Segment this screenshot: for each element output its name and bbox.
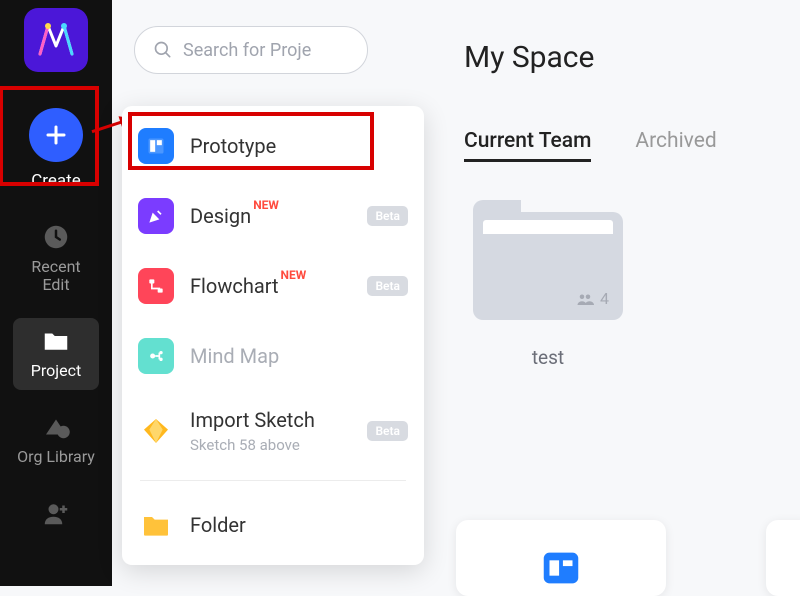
menu-item-label: Mind Map — [190, 344, 279, 368]
member-count-value: 4 — [600, 289, 609, 308]
menu-item-prototype[interactable]: Prototype — [136, 124, 410, 168]
new-badge: NEW — [281, 268, 307, 282]
rail-item-label: Org Library — [17, 448, 95, 466]
tab-archived[interactable]: Archived — [635, 129, 716, 162]
folder-icon — [41, 326, 71, 356]
space-tabs: Current Team Archived — [464, 129, 792, 162]
user-plus-icon — [41, 498, 71, 528]
menu-item-import-sketch[interactable]: Import Sketch Sketch 58 above Beta — [136, 404, 410, 458]
rail-members[interactable] — [13, 490, 99, 544]
rail-item-label: Project — [31, 362, 81, 380]
sketch-icon — [138, 413, 174, 449]
menu-item-flowchart[interactable]: FlowchartNEW Beta — [136, 264, 410, 308]
menu-item-label: Folder — [190, 513, 246, 537]
page-title: My Space — [464, 40, 792, 75]
rail-recent-edit[interactable]: Recent Edit — [13, 214, 99, 304]
create-plus-icon — [29, 108, 83, 162]
project-card-icon — [538, 545, 584, 591]
project-card-partial[interactable] — [456, 520, 666, 596]
new-badge: NEW — [253, 198, 279, 212]
create-label: Create — [31, 172, 81, 190]
team-member-count: 4 — [576, 289, 609, 308]
clock-icon — [41, 222, 71, 252]
rail-item-label: Recent Edit — [31, 258, 80, 294]
menu-item-design[interactable]: DesignNEW Beta — [136, 194, 410, 238]
mindmap-icon — [138, 338, 174, 374]
menu-item-label: Design — [190, 204, 251, 228]
beta-badge: Beta — [367, 421, 408, 441]
beta-badge: Beta — [367, 276, 408, 296]
menu-divider — [140, 480, 406, 481]
library-icon — [41, 412, 71, 442]
app-logo[interactable] — [24, 8, 88, 72]
menu-item-label: Prototype — [190, 134, 276, 158]
main-area: Search for Proje Prototype DesignNEW Bet… — [112, 0, 800, 586]
create-menu: Prototype DesignNEW Beta FlowchartNEW Be… — [122, 106, 424, 565]
rail-project[interactable]: Project — [13, 318, 99, 390]
tab-current-team[interactable]: Current Team — [464, 129, 591, 162]
prototype-icon — [138, 128, 174, 164]
menu-item-folder[interactable]: Folder — [136, 503, 410, 547]
people-icon — [576, 290, 594, 308]
menu-item-mindmap[interactable]: Mind Map — [136, 334, 410, 378]
search-icon — [153, 40, 173, 60]
beta-badge: Beta — [367, 206, 408, 226]
menu-item-subtext: Sketch 58 above — [190, 436, 315, 454]
search-input[interactable]: Search for Proje — [134, 26, 368, 74]
team-card[interactable]: 4 test — [464, 206, 632, 369]
folder-icon — [138, 507, 174, 543]
app-rail: Create Recent Edit Project Org Library — [0, 0, 112, 586]
logo-icon — [36, 20, 76, 60]
space-content: My Space Current Team Archived 4 test — [456, 24, 800, 586]
menu-item-label: Import Sketch — [190, 408, 315, 432]
project-card-partial-2[interactable] — [766, 520, 800, 596]
flowchart-icon — [138, 268, 174, 304]
team-grid: 4 test — [464, 206, 792, 369]
search-placeholder: Search for Proje — [183, 40, 311, 61]
menu-item-label: Flowchart — [190, 274, 279, 298]
team-folder-icon: 4 — [473, 212, 623, 320]
design-icon — [138, 198, 174, 234]
rail-org-library[interactable]: Org Library — [13, 404, 99, 476]
rail-create[interactable]: Create — [13, 100, 99, 200]
team-name: test — [532, 346, 564, 369]
